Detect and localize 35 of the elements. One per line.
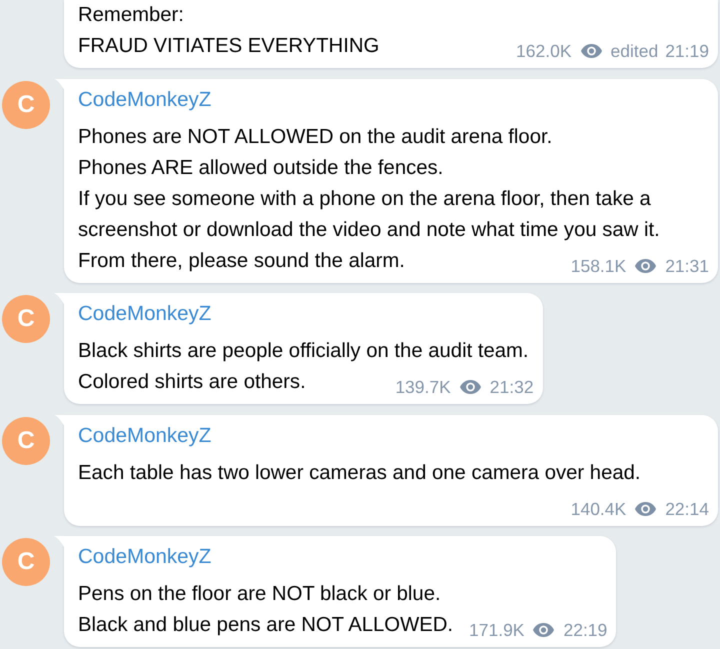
user-avatar[interactable]: C (2, 295, 50, 343)
author-name[interactable]: CodeMonkeyZ (78, 301, 529, 327)
message-time: 22:19 (563, 619, 608, 641)
message-time: 21:31 (665, 254, 709, 276)
eye-icon (460, 380, 481, 394)
message-text: Black shirts are people officially on the audit team. (78, 340, 529, 362)
eye-icon (635, 502, 656, 516)
message-time: 21:19 (665, 40, 709, 62)
message-time: 22:14 (665, 498, 709, 520)
message-text: Phones are NOT ALLOWED on the audit arena floor. (78, 126, 552, 148)
message-text: Black and blue pens are NOT ALLOWED. (78, 614, 454, 636)
message-text: FRAUD VITIATES EVERYTHING (78, 35, 380, 57)
user-avatar[interactable]: C (2, 80, 50, 128)
message-text: Phones ARE allowed outside the fences. (78, 156, 444, 178)
message-text: If you see someone with a phone on the arena floor, then take a screenshot or download the video and note what time you saw it. (78, 188, 660, 240)
view-count: 158.1K (570, 254, 626, 276)
eye-icon (635, 258, 656, 272)
eye-icon (533, 623, 554, 637)
author-name[interactable]: CodeMonkeyZ (78, 422, 704, 448)
view-count: 162.0K (516, 40, 572, 62)
message-text: Each table has two lower cameras and one camera over head. (78, 462, 641, 484)
message-text: Pens on the floor are NOT black or blue. (78, 583, 441, 605)
author-name[interactable]: CodeMonkeyZ (78, 544, 602, 570)
message-text: Remember: (78, 4, 184, 26)
user-avatar[interactable]: C (2, 416, 50, 464)
eye-icon (580, 44, 602, 58)
author-name[interactable]: CodeMonkeyZ (78, 86, 704, 112)
message-time: 21:32 (490, 376, 534, 398)
view-count: 139.7K (395, 376, 451, 398)
message-text: From there, please sound the alarm. (78, 250, 405, 272)
view-count: 171.9K (469, 619, 524, 641)
message-text: Colored shirts are others. (78, 371, 306, 393)
view-count: 140.4K (570, 498, 626, 520)
edited-label: edited (610, 40, 658, 62)
user-avatar[interactable]: C (2, 538, 50, 586)
